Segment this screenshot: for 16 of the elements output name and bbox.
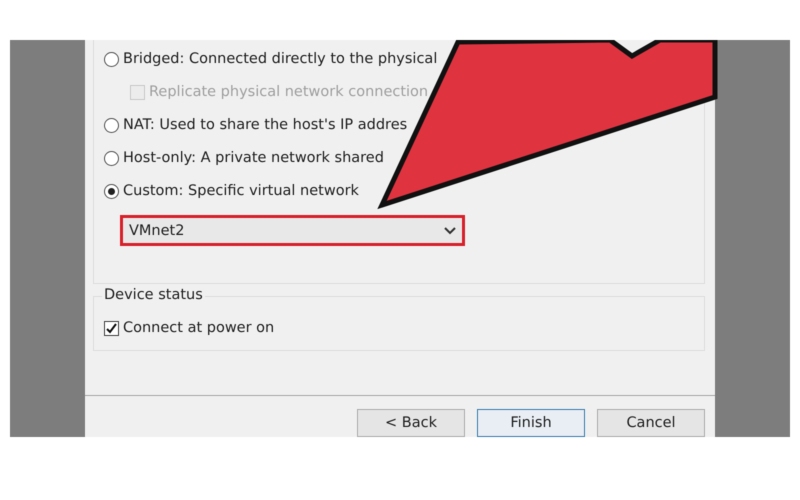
dialog-button[interactable]: Finish [477, 409, 585, 437]
option-label: Replicate physical network connection [149, 84, 428, 100]
option-label: Bridged: Connected directly to the physical [123, 51, 438, 67]
checkbox[interactable] [104, 320, 119, 336]
option-label: Connect at power on [123, 320, 274, 336]
radio-button[interactable] [104, 184, 119, 198]
dialog-button[interactable]: < Back [357, 409, 465, 437]
option-label: Custom: Specific virtual network [123, 183, 359, 199]
dialog-button[interactable]: Cancel [597, 409, 705, 437]
option-label: Host-only: A private network shared [123, 150, 384, 166]
option-label: NAT: Used to share the host's IP addres [123, 117, 408, 133]
radio-button[interactable] [104, 52, 119, 66]
radio-button[interactable] [104, 118, 119, 132]
radio-button[interactable] [104, 150, 119, 166]
chevron-down-icon [444, 226, 456, 234]
network-dropdown[interactable]: VMnet2 [120, 215, 465, 246]
